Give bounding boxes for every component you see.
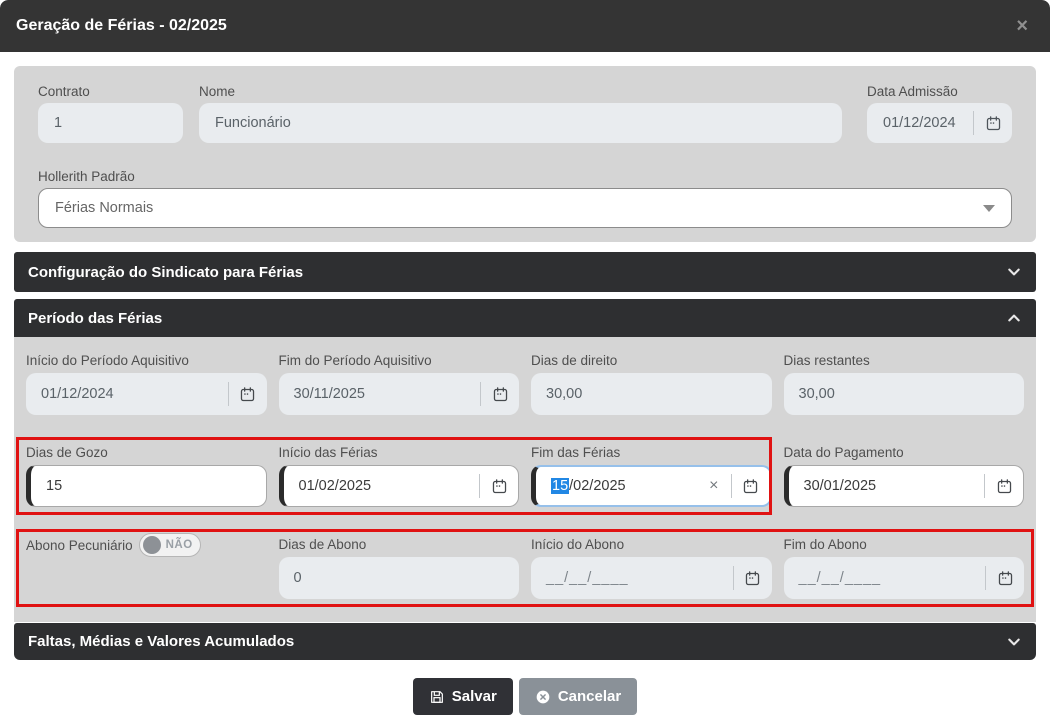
payment-date-field-group: Data do Pagamento 30/01/2025 [784, 443, 1025, 507]
hollerith-select[interactable]: Férias Normais [38, 188, 1012, 228]
chevron-down-icon [1006, 264, 1022, 280]
vacation-end-field-group: Fim das Férias 15/02/2025 × [531, 443, 772, 507]
hollerith-label: Hollerith Padrão [38, 169, 1012, 184]
acquisition-end-field-group: Fim do Período Aquisitivo 30/11/2025 [279, 351, 520, 415]
acquisition-end-input: 30/11/2025 [279, 373, 520, 415]
calendar-icon [986, 570, 1024, 587]
contract-label: Contrato [38, 84, 183, 99]
modal-title: Geração de Férias - 02/2025 [16, 17, 227, 35]
acquisition-start-label: Início do Período Aquisitivo [26, 351, 267, 369]
entitled-days-field-group: Dias de direito 30,00 [531, 351, 772, 415]
save-button[interactable]: Salvar [413, 678, 513, 715]
abono-days-field-group: Dias de Abono 0 [279, 535, 520, 599]
contract-value: 1 [38, 115, 183, 131]
remaining-days-label: Dias restantes [784, 351, 1025, 369]
calendar-icon [974, 115, 1012, 132]
payment-date-input[interactable]: 30/01/2025 [784, 465, 1025, 507]
remaining-days-field-group: Dias restantes 30,00 [784, 351, 1025, 415]
name-value: Funcionário [199, 115, 842, 131]
accordion-faltas-medias[interactable]: Faltas, Médias e Valores Acumulados [14, 623, 1036, 660]
payment-date-label: Data do Pagamento [784, 443, 1025, 461]
close-icon[interactable]: × [1010, 12, 1034, 40]
abono-label: Abono Pecuniário [26, 538, 133, 553]
periodo-ferias-content: Início do Período Aquisitivo 01/12/2024 … [14, 337, 1036, 622]
vacation-end-label: Fim das Férias [531, 443, 772, 461]
name-field-group: Nome Funcionário [199, 84, 842, 143]
calendar-icon[interactable] [732, 478, 770, 495]
cancel-button[interactable]: Cancelar [519, 678, 637, 715]
abono-end-input: __/__/____ [784, 557, 1025, 599]
acquisition-end-label: Fim do Período Aquisitivo [279, 351, 520, 369]
vacation-start-input[interactable]: 01/02/2025 [279, 465, 520, 507]
admission-date-value: 01/12/2024 [867, 115, 973, 131]
abono-toggle-group: Abono Pecuniário NÃO [26, 535, 267, 599]
name-input: Funcionário [199, 103, 842, 143]
accordion-periodo-label: Período das Férias [28, 310, 162, 327]
name-label: Nome [199, 84, 842, 99]
chevron-down-icon [1006, 634, 1022, 650]
modal-header: Geração de Férias - 02/2025 × [0, 0, 1050, 52]
abono-toggle[interactable]: NÃO [139, 533, 201, 557]
cancel-circle-icon [535, 689, 551, 705]
accordion-faltas-label: Faltas, Médias e Valores Acumulados [28, 633, 294, 650]
toggle-knob [143, 536, 161, 554]
calendar-icon [734, 570, 772, 587]
vacation-days-label: Dias de Gozo [26, 443, 267, 461]
abono-end-field-group: Fim do Abono __/__/____ [784, 535, 1025, 599]
acquisition-start-field-group: Início do Período Aquisitivo 01/12/2024 [26, 351, 267, 415]
accordion-periodo-ferias[interactable]: Período das Férias [14, 299, 1036, 337]
acquisition-start-input: 01/12/2024 [26, 373, 267, 415]
calendar-icon [229, 386, 267, 403]
abono-start-label: Início do Abono [531, 535, 772, 553]
remaining-days-input: 30,00 [784, 373, 1025, 415]
hollerith-selected-value: Férias Normais [39, 200, 983, 216]
floppy-disk-icon [429, 689, 445, 705]
abono-start-input: __/__/____ [531, 557, 772, 599]
vacation-start-field-group: Início das Férias 01/02/2025 [279, 443, 520, 507]
contract-field-group: Contrato 1 [38, 84, 183, 143]
vacation-generation-modal: Geração de Férias - 02/2025 × Contrato 1… [0, 0, 1050, 722]
vacation-days-input[interactable]: 15 [26, 465, 267, 507]
chevron-up-icon [1006, 310, 1022, 326]
abono-end-label: Fim do Abono [784, 535, 1025, 553]
hollerith-field-group: Hollerith Padrão Férias Normais [38, 169, 1012, 228]
calendar-icon [481, 386, 519, 403]
employee-info-panel: Contrato 1 Nome Funcionário Data Admissã… [14, 66, 1036, 242]
contract-input: 1 [38, 103, 183, 143]
toggle-state-text: NÃO [166, 539, 193, 551]
calendar-icon[interactable] [480, 478, 518, 495]
calendar-icon[interactable] [985, 478, 1023, 495]
entitled-days-input: 30,00 [531, 373, 772, 415]
chevron-down-icon [983, 205, 995, 212]
vacation-start-label: Início das Férias [279, 443, 520, 461]
vacation-days-field-group: Dias de Gozo 15 [26, 443, 267, 507]
entitled-days-label: Dias de direito [531, 351, 772, 369]
admission-date-label: Data Admissão [867, 84, 1012, 99]
abono-start-field-group: Início do Abono __/__/____ [531, 535, 772, 599]
selected-text: 15 [551, 478, 569, 494]
vacation-end-input[interactable]: 15/02/2025 × [531, 465, 772, 507]
clear-icon[interactable]: × [697, 477, 730, 495]
admission-date-field-group: Data Admissão 01/12/2024 [867, 84, 1012, 143]
modal-footer: Salvar Cancelar [0, 678, 1050, 715]
abono-days-input: 0 [279, 557, 520, 599]
admission-date-input: 01/12/2024 [867, 103, 1012, 143]
accordion-sindicato-config[interactable]: Configuração do Sindicato para Férias [14, 252, 1036, 292]
accordion-sindicato-label: Configuração do Sindicato para Férias [28, 264, 303, 281]
abono-days-label: Dias de Abono [279, 535, 520, 553]
